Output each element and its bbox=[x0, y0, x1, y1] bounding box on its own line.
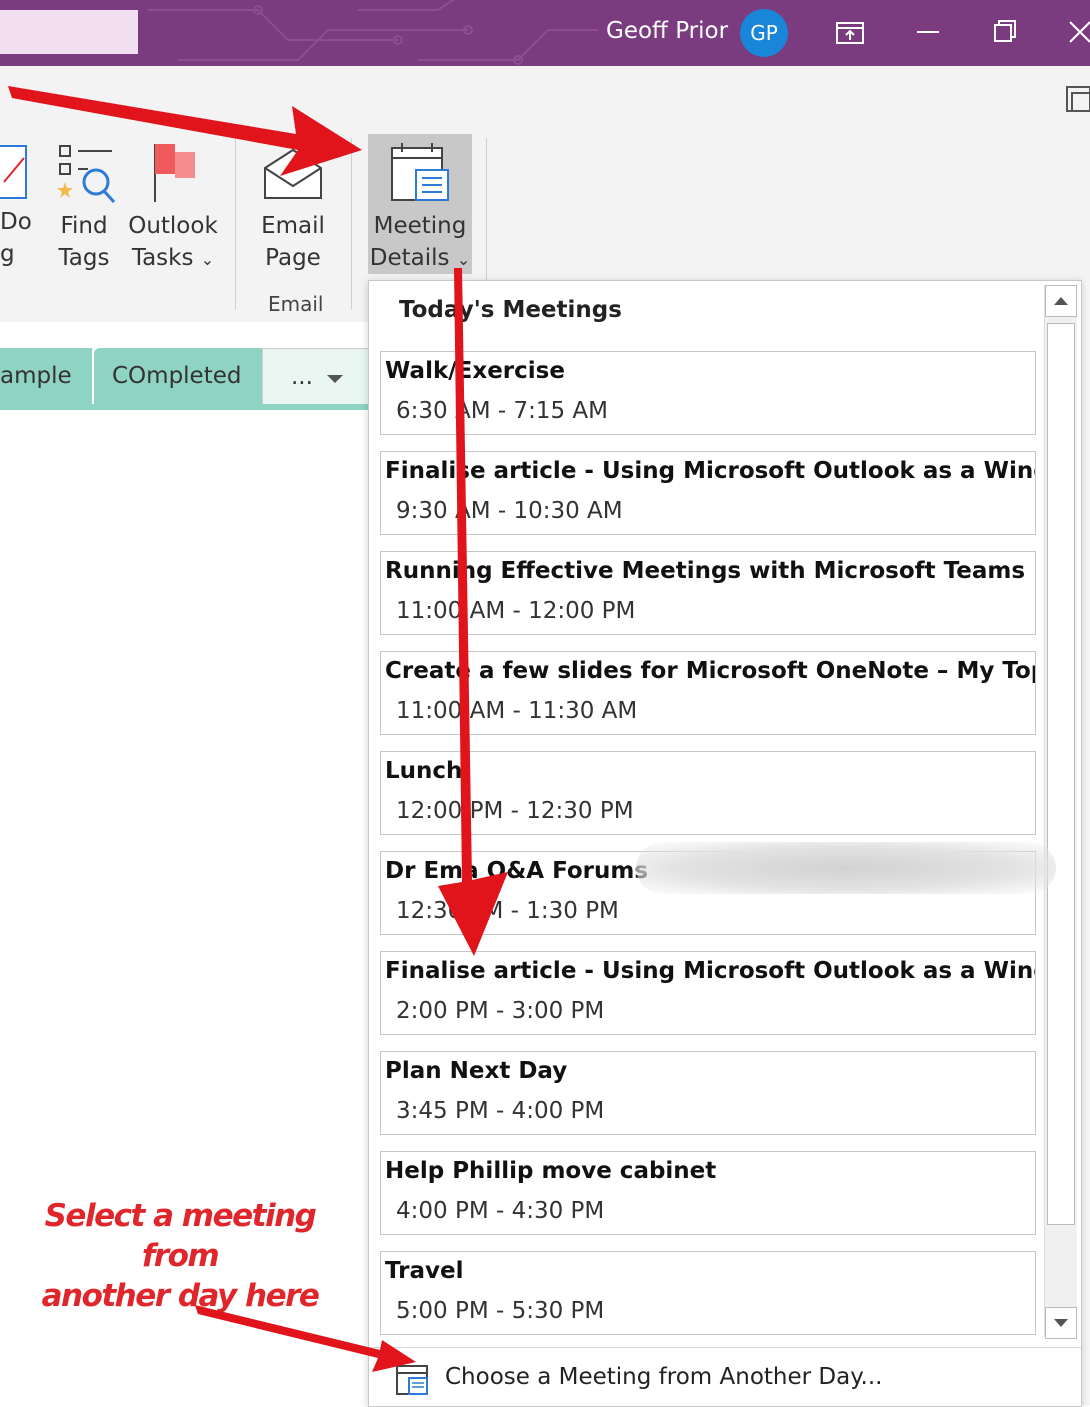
page-edge bbox=[1082, 280, 1090, 1405]
meeting-time: 4:00 PM - 4:30 PM bbox=[396, 1198, 605, 1224]
meeting-details-label-1: Meeting bbox=[373, 213, 467, 239]
meeting-time: 12:00 PM - 12:30 PM bbox=[396, 798, 634, 824]
triangle-down-icon bbox=[1054, 1319, 1068, 1327]
triangle-up-icon bbox=[1054, 297, 1068, 305]
todo-icon bbox=[0, 145, 27, 199]
meeting-calendar-icon bbox=[391, 143, 449, 201]
close-button[interactable] bbox=[1060, 14, 1090, 50]
chevron-down-icon: ⌄ bbox=[456, 250, 471, 269]
title-bar: Geoff Prior GP bbox=[0, 0, 1090, 66]
chevron-down-icon bbox=[327, 375, 343, 383]
ribbon-display-icon bbox=[836, 22, 864, 44]
meeting-time: 5:00 PM - 5:30 PM bbox=[396, 1298, 605, 1324]
section-tab-label: ample bbox=[0, 363, 72, 389]
meeting-time: 6:30 AM - 7:15 AM bbox=[396, 398, 608, 424]
meeting-item[interactable]: Create a few slides for Microsoft OneNot… bbox=[380, 651, 1036, 735]
minimize-icon bbox=[917, 31, 939, 33]
meeting-time: 12:30 PM - 1:30 PM bbox=[396, 898, 619, 924]
scroll-down-button[interactable] bbox=[1045, 1307, 1077, 1339]
outlook-tasks-button[interactable]: Outlook Tasks ⌄ bbox=[126, 142, 220, 276]
meeting-time: 2:00 PM - 3:00 PM bbox=[396, 998, 605, 1024]
title-bar-pattern bbox=[148, 0, 598, 65]
meeting-time: 9:30 AM - 10:30 AM bbox=[396, 498, 623, 524]
email-page-button[interactable]: Email Page bbox=[250, 142, 336, 274]
section-tab-completed[interactable]: COmpleted bbox=[94, 348, 272, 404]
group-label-email: Email bbox=[268, 292, 324, 316]
meeting-item[interactable]: Help Phillip move cabinet 4:00 PM - 4:30… bbox=[380, 1151, 1036, 1235]
section-tab-label: COmpleted bbox=[112, 363, 242, 389]
todo-tag-button[interactable]: Do g bbox=[0, 142, 40, 270]
annotation-line-1: Select a meeting from bbox=[44, 1198, 317, 1274]
search-box[interactable] bbox=[0, 10, 138, 54]
meeting-time: 11:00 AM - 11:30 AM bbox=[396, 698, 638, 724]
restore-button[interactable] bbox=[984, 14, 1024, 50]
meeting-title: Help Phillip move cabinet bbox=[385, 1158, 717, 1184]
outlook-tasks-label-1: Outlook bbox=[128, 213, 218, 239]
meeting-item[interactable]: Walk/Exercise 6:30 AM - 7:15 AM bbox=[380, 351, 1036, 435]
choose-meeting-another-day[interactable]: Choose a Meeting from Another Day... bbox=[369, 1347, 1081, 1407]
meeting-item[interactable]: Plan Next Day 3:45 PM - 4:00 PM bbox=[380, 1051, 1036, 1135]
find-tags-label-1: Find bbox=[60, 213, 108, 239]
meeting-title: Finalise article - Using Microsoft Outlo… bbox=[385, 958, 1035, 984]
calendar-icon bbox=[396, 1365, 428, 1395]
close-icon bbox=[1069, 21, 1090, 43]
ribbon-display-options-button[interactable] bbox=[830, 14, 870, 50]
find-tags-icon bbox=[57, 145, 116, 204]
annotation-line-2: another day here bbox=[41, 1278, 320, 1314]
annotation-callout: Select a meeting from another day here bbox=[20, 1196, 340, 1316]
meeting-title: Running Effective Meetings with Microsof… bbox=[385, 558, 1035, 584]
meeting-title: Walk/Exercise bbox=[385, 358, 565, 384]
find-tags-label-2: Tags bbox=[58, 245, 110, 271]
meeting-title: Travel bbox=[385, 1258, 464, 1284]
chevron-down-icon: ⌄ bbox=[200, 250, 215, 269]
choose-meeting-label: Choose a Meeting from Another Day... bbox=[445, 1364, 883, 1390]
meeting-item[interactable]: Travel 5:00 PM - 5:30 PM bbox=[380, 1251, 1036, 1335]
sticky-notes-icon[interactable] bbox=[1064, 84, 1090, 114]
meeting-details-label-2: Details ⌄ bbox=[368, 242, 472, 276]
todays-meetings-heading: Today's Meetings bbox=[399, 297, 622, 323]
redacted-text-blur bbox=[636, 842, 1056, 894]
outlook-tasks-flag-icon bbox=[154, 144, 195, 202]
user-name[interactable]: Geoff Prior bbox=[606, 18, 728, 44]
todo-label-2: g bbox=[0, 241, 15, 267]
meeting-item[interactable]: Lunch 12:00 PM - 12:30 PM bbox=[380, 751, 1036, 835]
avatar[interactable]: GP bbox=[740, 9, 788, 57]
meeting-title: Dr Ema Q&A Forums bbox=[385, 858, 649, 884]
meeting-details-button[interactable]: Meeting Details ⌄ bbox=[368, 134, 472, 274]
section-tab-sample[interactable]: ample bbox=[0, 348, 92, 404]
todo-label-1: Do bbox=[0, 209, 32, 235]
ribbon-separator bbox=[235, 138, 236, 310]
scroll-up-button[interactable] bbox=[1045, 285, 1077, 317]
meeting-item[interactable]: Finalise article - Using Microsoft Outlo… bbox=[380, 451, 1036, 535]
meeting-details-label-text: Details bbox=[369, 245, 450, 271]
restore-icon bbox=[994, 20, 1016, 42]
ribbon-separator bbox=[351, 138, 352, 310]
meeting-item[interactable]: Running Effective Meetings with Microsof… bbox=[380, 551, 1036, 635]
email-envelope-icon bbox=[264, 148, 322, 199]
scrollbar[interactable] bbox=[1044, 285, 1077, 1339]
meeting-title: Plan Next Day bbox=[385, 1058, 568, 1084]
meeting-time: 3:45 PM - 4:00 PM bbox=[396, 1098, 605, 1124]
meeting-title: Create a few slides for Microsoft OneNot… bbox=[385, 658, 1035, 684]
meeting-time: 11:00 AM - 12:00 PM bbox=[396, 598, 636, 624]
scroll-thumb[interactable] bbox=[1047, 323, 1075, 1225]
section-tabs: ample COmpleted ... bbox=[0, 322, 392, 410]
email-page-label-1: Email bbox=[261, 213, 325, 239]
email-page-label-2: Page bbox=[265, 245, 321, 271]
meeting-title: Finalise article - Using Microsoft Outlo… bbox=[385, 458, 1035, 484]
outlook-tasks-label-text: Tasks bbox=[131, 245, 194, 271]
minimize-button[interactable] bbox=[908, 14, 948, 50]
meeting-title: Lunch bbox=[385, 758, 463, 784]
find-tags-button[interactable]: Find Tags bbox=[52, 142, 116, 274]
outlook-tasks-label-2: Tasks ⌄ bbox=[126, 242, 220, 276]
section-tab-underline bbox=[0, 404, 370, 410]
meeting-item[interactable]: Finalise article - Using Microsoft Outlo… bbox=[380, 951, 1036, 1035]
more-label: ... bbox=[291, 364, 313, 390]
